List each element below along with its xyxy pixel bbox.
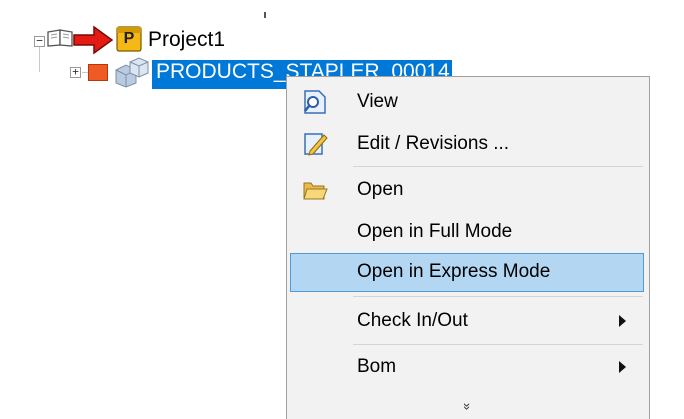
menu-item-open[interactable]: Open bbox=[290, 171, 644, 210]
collapse-toggle[interactable]: − bbox=[34, 35, 45, 47]
menu-item-label: Open in Full Mode bbox=[357, 221, 513, 242]
expand-toggle[interactable]: + bbox=[70, 66, 81, 78]
view-icon bbox=[302, 89, 328, 115]
project-node-label[interactable]: Project1 bbox=[148, 28, 225, 52]
menu-item-label: View bbox=[357, 91, 398, 112]
status-square-icon bbox=[88, 64, 108, 81]
edit-icon bbox=[302, 131, 328, 157]
menu-item-bom[interactable]: Bom bbox=[290, 348, 644, 387]
chevron-double-down-icon: » bbox=[460, 402, 476, 411]
menu-separator bbox=[353, 344, 643, 345]
tree-line bbox=[264, 12, 266, 18]
menu-item-label: Check In/Out bbox=[357, 310, 468, 331]
pointer-arrow-icon bbox=[72, 24, 116, 61]
menu-item-open-express-mode[interactable]: Open in Express Mode bbox=[290, 253, 644, 292]
menu-item-open-full-mode[interactable]: Open in Full Mode bbox=[290, 213, 644, 252]
menu-item-check-in-out[interactable]: Check In/Out bbox=[290, 302, 644, 341]
menu-item-view[interactable]: View bbox=[290, 83, 644, 122]
menu-separator bbox=[353, 296, 643, 297]
menu-item-label: Edit / Revisions ... bbox=[357, 133, 510, 154]
project-badge-icon: P bbox=[116, 26, 142, 57]
open-folder-icon bbox=[302, 177, 328, 203]
menu-item-label: Bom bbox=[357, 356, 397, 377]
submenu-arrow-icon bbox=[618, 314, 627, 328]
expand-more-icon[interactable]: » bbox=[287, 399, 649, 414]
submenu-arrow-icon bbox=[618, 360, 627, 374]
context-menu: View Edit / Revisions ... Open Open in F… bbox=[286, 76, 650, 419]
assembly-cubes-icon bbox=[114, 56, 152, 93]
menu-item-label: Open bbox=[357, 179, 404, 200]
menu-item-label: Open in Express Mode bbox=[357, 261, 551, 282]
project-badge-letter: P bbox=[123, 30, 135, 47]
menu-separator bbox=[353, 166, 643, 167]
menu-item-edit-revisions[interactable]: Edit / Revisions ... bbox=[290, 125, 644, 164]
